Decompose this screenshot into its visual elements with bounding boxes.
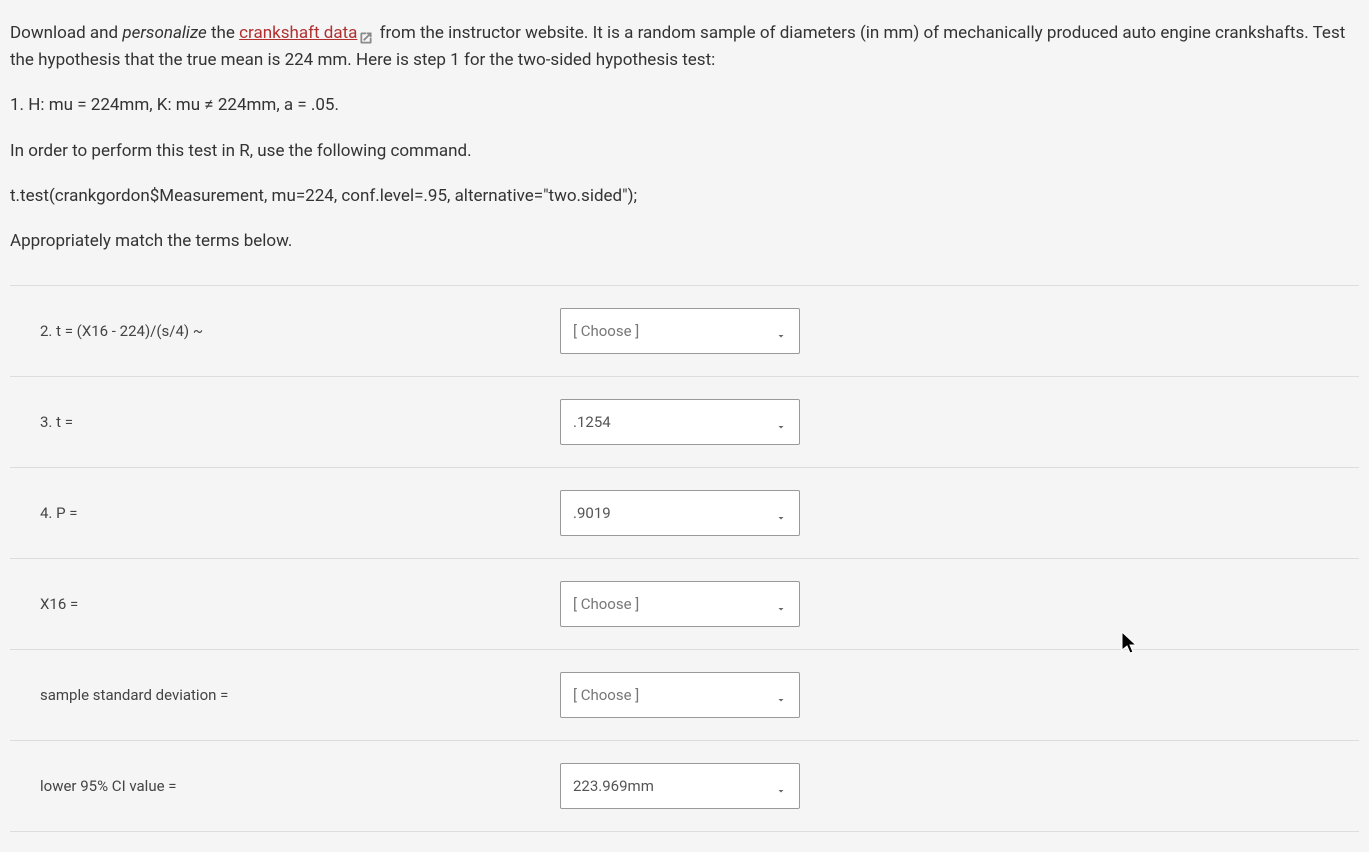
match-row-2: 3. t = .1254 <box>10 377 1359 468</box>
r-command-text: t.test(crankgordon$Measurement, mu=224, … <box>10 183 1359 210</box>
match-row-3: 4. P = .9019 <box>10 468 1359 559</box>
select-p-value[interactable]: .9019 <box>560 490 800 536</box>
intro-text-1: Download and <box>10 23 122 43</box>
select-value: .1254 <box>573 410 611 434</box>
match-label-4: X16 = <box>40 592 560 616</box>
match-label-1: 2. t = (X16 - 224)/(s/4) ~ <box>40 319 560 343</box>
match-row-1: 2. t = (X16 - 224)/(s/4) ~ [ Choose ] <box>10 286 1359 377</box>
select-value: .9019 <box>573 501 611 525</box>
external-link-icon <box>359 27 373 41</box>
match-label-6: lower 95% CI value = <box>40 774 560 798</box>
match-instruction: Appropriately match the terms below. <box>10 228 1359 255</box>
select-t-distribution[interactable]: [ Choose ] <box>560 308 800 354</box>
match-label-5: sample standard deviation = <box>40 683 560 707</box>
match-row-6: lower 95% CI value = 223.969mm <box>10 741 1359 832</box>
chevron-down-icon <box>775 416 787 428</box>
select-value: 223.969mm <box>573 774 654 798</box>
select-x16[interactable]: [ Choose ] <box>560 581 800 627</box>
select-lower-ci[interactable]: 223.969mm <box>560 763 800 809</box>
matching-container: 2. t = (X16 - 224)/(s/4) ~ [ Choose ] 3.… <box>10 285 1359 832</box>
select-value: [ Choose ] <box>573 319 639 343</box>
hypothesis-step: 1. H: mu = 224mm, K: mu ≠ 224mm, a = .05… <box>10 92 1359 119</box>
match-row-4: X16 = [ Choose ] <box>10 559 1359 650</box>
match-label-3: 4. P = <box>40 501 560 525</box>
crankshaft-data-link[interactable]: crankshaft data <box>239 23 357 43</box>
question-content: Download and personalize the crankshaft … <box>10 20 1359 832</box>
chevron-down-icon <box>775 780 787 792</box>
match-label-2: 3. t = <box>40 410 560 434</box>
intro-emphasis: personalize <box>122 23 206 43</box>
chevron-down-icon <box>775 507 787 519</box>
select-value: [ Choose ] <box>573 592 639 616</box>
intro-text-2: the <box>207 23 239 43</box>
select-t-value[interactable]: .1254 <box>560 399 800 445</box>
intro-paragraph: Download and personalize the crankshaft … <box>10 20 1359 74</box>
select-std-dev[interactable]: [ Choose ] <box>560 672 800 718</box>
chevron-down-icon <box>775 689 787 701</box>
chevron-down-icon <box>775 598 787 610</box>
select-value: [ Choose ] <box>573 683 639 707</box>
r-instruction: In order to perform this test in R, use … <box>10 138 1359 165</box>
chevron-down-icon <box>775 325 787 337</box>
match-row-5: sample standard deviation = [ Choose ] <box>10 650 1359 741</box>
